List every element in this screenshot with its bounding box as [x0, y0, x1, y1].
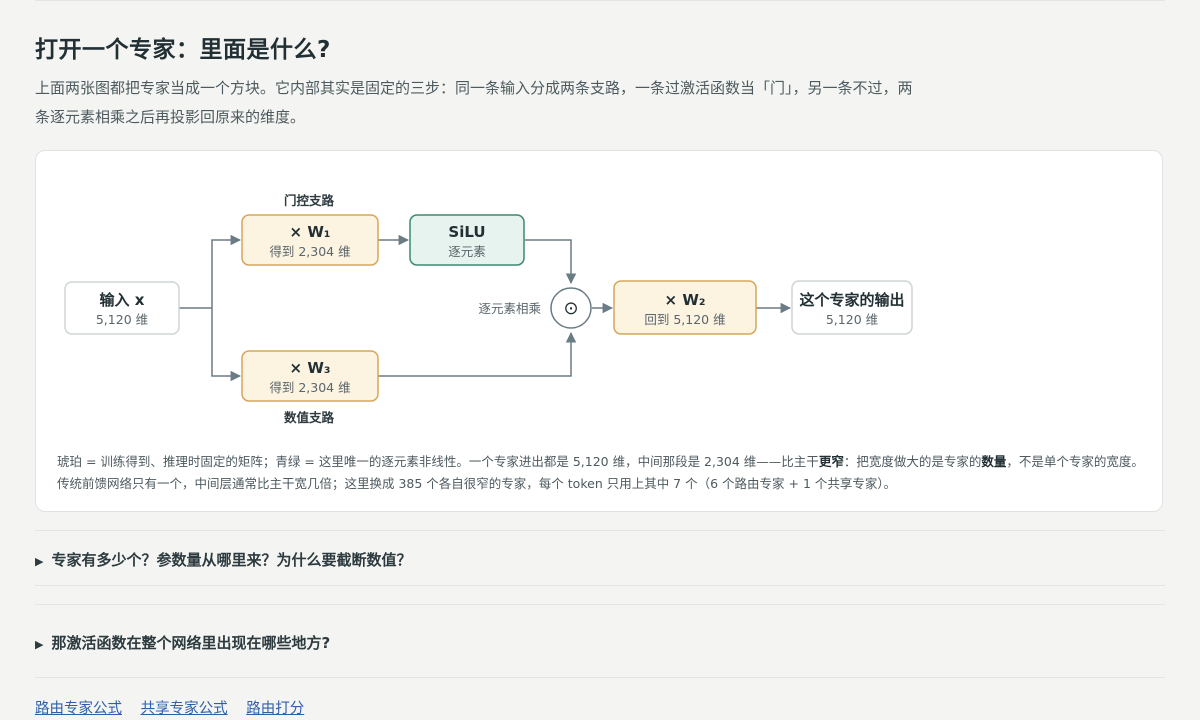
output-dim: 5,120 维 [826, 312, 878, 327]
caption-part-1: 琥珀 = 训练得到、推理时固定的矩阵；青绿 = 这里唯一的逐元素非线性。一个专家… [57, 454, 819, 469]
input-title: 输入 x [100, 291, 145, 309]
silu-title: SiLU [448, 223, 485, 241]
multiply-label: 逐元素相乘 [478, 301, 541, 316]
w1-title: × W₁ [290, 223, 331, 241]
disclosure-triangle-icon: ▶ [35, 638, 44, 651]
details-summary-text: 专家有多少个？参数量从哪里来？为什么要截断数值？ [51, 551, 412, 569]
multiply-symbol: ⊙ [563, 298, 578, 319]
w1-dim: 得到 2,304 维 [269, 244, 350, 259]
expert-diagram-card: 输入 x 5,120 维 门控支路 数值支路 × W₁ 得到 2,304 维 S… [35, 150, 1163, 512]
section-heading: 打开一个专家：里面是什么? [35, 37, 331, 63]
link-shared-expert-formula[interactable]: 共享专家公式 [141, 701, 228, 717]
details-expert-count[interactable]: ▶ 专家有多少个？参数量从哪里来？为什么要截断数值？ [35, 530, 1165, 586]
caption-part-2: ：把宽度做大的是专家的 [843, 454, 982, 469]
w1-node: × W₁ 得到 2,304 维 [241, 214, 379, 266]
expert-diagram: 输入 x 5,120 维 门控支路 数值支路 × W₁ 得到 2,304 维 S… [64, 193, 913, 425]
w2-title: × W₂ [665, 291, 706, 309]
details-summary-text: 那激活函数在整个网络里出现在哪些地方? [51, 634, 331, 652]
disclosure-triangle-icon: ▶ [35, 555, 44, 568]
top-divider [35, 0, 1165, 1]
arrow-silu-multiply [525, 239, 577, 285]
related-links: 路由专家公式 共享专家公式 路由打分 [35, 697, 318, 718]
value-branch-label: 数值支路 [283, 410, 335, 425]
silu-node: SiLU 逐元素 [409, 214, 525, 266]
w3-dim: 得到 2,304 维 [269, 380, 350, 395]
w2-node: × W₂ 回到 5,120 维 [613, 280, 757, 335]
link-routing-score[interactable]: 路由打分 [246, 701, 304, 717]
arrow-w3-multiply [378, 331, 577, 377]
output-node: 这个专家的输出 5,120 维 [791, 280, 913, 335]
w3-title: × W₃ [290, 359, 331, 377]
bottom-divider [35, 677, 1165, 678]
link-routed-expert-formula[interactable]: 路由专家公式 [35, 701, 122, 717]
silu-sub: 逐元素 [448, 244, 486, 259]
details-summary[interactable]: ▶ 专家有多少个？参数量从哪里来？为什么要截断数值？ [35, 549, 411, 570]
details-summary[interactable]: ▶ 那激活函数在整个网络里出现在哪些地方? [35, 632, 330, 653]
input-node: 输入 x 5,120 维 [64, 281, 180, 335]
input-dim: 5,120 维 [96, 312, 148, 327]
arrow-to-w3 [211, 308, 242, 382]
caption-bold-count: 数量 [981, 454, 1007, 469]
gate-branch-label: 门控支路 [284, 193, 335, 208]
diagram-caption: 琥珀 = 训练得到、推理时固定的矩阵；青绿 = 这里唯一的逐元素非线性。一个专家… [57, 451, 1147, 495]
intro-paragraph: 上面两张图都把专家当成一个方块。它内部其实是固定的三步：同一条输入分成两条支路，… [35, 79, 913, 126]
output-title: 这个专家的输出 [799, 291, 904, 309]
details-activation-locations[interactable]: ▶ 那激活函数在整个网络里出现在哪些地方? [35, 604, 1165, 677]
caption-bold-narrower: 更窄 [818, 454, 844, 469]
multiply-node: 逐元素相乘 ⊙ [478, 287, 592, 329]
w3-node: × W₃ 得到 2,304 维 [241, 350, 379, 402]
arrow-to-w1 [211, 234, 242, 308]
w2-dim: 回到 5,120 维 [644, 312, 725, 327]
